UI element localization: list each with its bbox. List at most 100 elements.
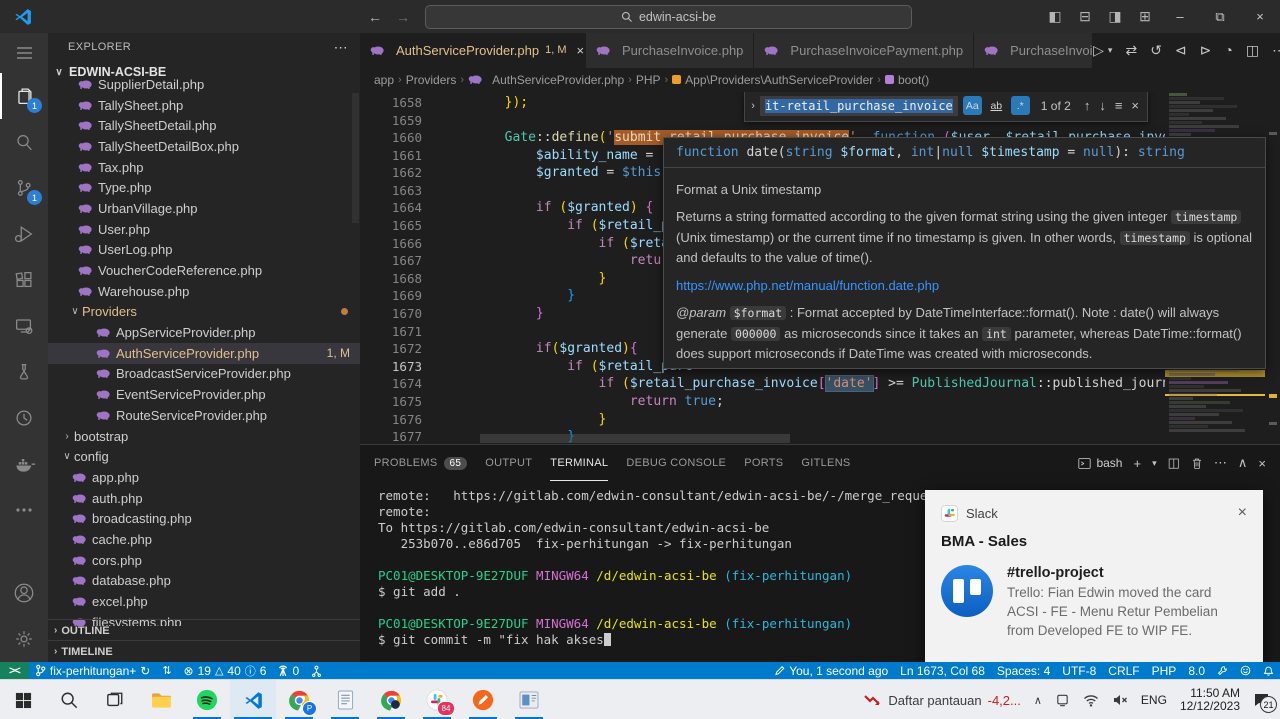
panel-tab-terminal[interactable]: TERMINAL [550,445,608,481]
explorer-more-actions-icon[interactable]: ⋯ [334,39,348,56]
start-button[interactable] [0,680,46,719]
customize-layout-icon[interactable]: ⊞ [1130,0,1160,33]
window-app[interactable] [506,680,552,719]
pencil-app[interactable] [460,680,506,719]
vscode-app[interactable] [230,680,276,719]
extensions-icon[interactable] [0,257,48,303]
spotify-app[interactable] [184,680,230,719]
panel-tab-problems[interactable]: PROBLEMS65 [374,445,467,481]
clock[interactable]: 11:50 AM 12/12/2023 [1180,687,1240,713]
find-close-icon[interactable]: × [1131,98,1139,113]
more-views-icon[interactable] [0,487,48,533]
remote-indicator[interactable]: >< [0,662,29,679]
tree-item-TallySheetDetailBox.php[interactable]: TallySheetDetailBox.php [48,136,360,157]
settings-icon[interactable] [0,616,48,662]
whole-word-toggle[interactable]: ab [987,96,1006,115]
tree-item-User.php[interactable]: User.php [48,219,360,240]
code-line-1675[interactable]: 1675 return true; [360,393,1280,411]
minimize-button[interactable]: – [1160,0,1200,33]
command-center-search[interactable]: edwin-acsi-be [425,5,912,29]
tree-item-database.php[interactable]: database.php [48,571,360,592]
breadcrumb-item[interactable]: AuthServiceProvider.php [468,73,624,87]
chrome-profile-app[interactable]: P [276,680,322,719]
feedback-icon[interactable] [1234,662,1257,679]
eol-indicator[interactable]: CRLF [1102,662,1145,679]
tree-item-VoucherCodeReference.php[interactable]: VoucherCodeReference.php [48,260,360,281]
tree-item-Warehouse.php[interactable]: Warehouse.php [48,281,360,302]
nav-back-icon[interactable]: ← [368,9,382,25]
tree-item-Tax.php[interactable]: Tax.php [48,157,360,178]
tab-PurchaseInvoic[interactable]: PurchaseInvoic [974,33,1093,68]
volume-muted-icon[interactable] [1112,693,1128,707]
file-history-icon[interactable]: ◔ [1224,42,1232,58]
tree-item-AuthServiceProvider.php[interactable]: AuthServiceProvider.php1, M [48,343,360,364]
phone-link-icon[interactable] [1055,693,1070,708]
tab-PurchaseInvoicePayment.php[interactable]: PurchaseInvoicePayment.php [754,33,974,68]
close-panel-icon[interactable]: × [1258,456,1266,471]
tree-item-UserLog.php[interactable]: UserLog.php [48,240,360,261]
wrench-icon[interactable] [1211,662,1234,679]
next-change-icon[interactable]: ⊳ [1200,42,1212,59]
close-button[interactable]: × [1240,0,1280,33]
find-in-selection-icon[interactable]: ≡ [1115,98,1123,113]
blame-indicator[interactable]: You, 1 second ago [769,662,894,679]
source-control-icon[interactable]: 1 [0,165,48,211]
taskbar-search-button[interactable] [46,680,92,719]
split-terminal-icon[interactable]: ◫ [1168,455,1180,471]
breadcrumb-item[interactable]: app [374,73,394,87]
slack-app[interactable]: 84 [414,680,460,719]
bell-icon[interactable] [1257,662,1280,679]
find-toggle-replace-icon[interactable]: › [751,100,755,112]
split-editor-icon[interactable]: ◫ [1246,42,1259,59]
code-line-1676[interactable]: 1676 } [360,411,1280,429]
tree-folder-Providers[interactable]: ∨Providers [48,302,360,323]
tree-item-Type.php[interactable]: Type.php [48,177,360,198]
horizontal-scrollbar[interactable] [480,434,790,443]
tree-item-TallySheet.php[interactable]: TallySheet.php [48,95,360,116]
tree-item-TallySheetDetail.php[interactable]: TallySheetDetail.php [48,115,360,136]
run-dropdown-icon[interactable]: ▾ [1108,45,1113,56]
tree-item-cache.php[interactable]: cache.php [48,529,360,550]
compare-changes-icon[interactable]: ⇄ [1125,42,1137,59]
docker-icon[interactable] [0,441,48,487]
menu-icon[interactable] [0,33,48,73]
tree-item-BroadcastServiceProvider.php[interactable]: BroadcastServiceProvider.php [48,364,360,385]
match-case-toggle[interactable]: Aa [963,96,982,115]
publish-icon[interactable]: ⇅ [156,662,177,679]
tree-folder-bootstrap[interactable]: ›bootstrap [48,426,360,447]
language-mode[interactable]: PHP [1146,662,1183,679]
news-widget[interactable]: Daftar pantauan -4,2... [864,693,1020,708]
find-previous-icon[interactable]: ↑ [1084,98,1091,113]
previous-change-icon[interactable]: ⊲ [1175,42,1187,59]
maximize-panel-icon[interactable]: ∧ [1238,455,1248,471]
toggle-secondary-sidebar-icon[interactable]: ◨ [1100,0,1130,33]
restore-button[interactable]: ⧉ [1200,0,1240,33]
tree-item-EventServiceProvider.php[interactable]: EventServiceProvider.php [48,384,360,405]
account-icon[interactable] [0,570,48,616]
slack-notification[interactable]: Slack × BMA - Sales #trello-project Trel… [925,490,1263,663]
tree-item-SupplierDetail.php[interactable]: SupplierDetail.php [48,74,360,95]
ports-indicator[interactable]: 0 [272,662,305,679]
find-input[interactable]: it-retail_purchase_invoice [760,96,958,116]
tree-item-UrbanVillage.php[interactable]: UrbanVillage.php [48,198,360,219]
testing-icon[interactable] [0,349,48,395]
tree-item-RouteServiceProvider.php[interactable]: RouteServiceProvider.php [48,405,360,426]
hover-doc-link[interactable]: https://www.php.net/manual/function.date… [676,278,939,293]
panel-more-icon[interactable]: ⋯ [1214,455,1227,471]
branch-indicator[interactable]: fix-perhitungan+ ↻ [29,662,156,679]
tree-item-broadcasting.php[interactable]: broadcasting.php [48,508,360,529]
wifi-icon[interactable] [1083,694,1099,707]
regex-toggle[interactable]: .* [1011,96,1030,115]
breadcrumb-item[interactable]: App\Providers\AuthServiceProvider [672,73,873,87]
panel-tab-debug-console[interactable]: DEBUG CONSOLE [626,445,726,481]
problems-indicator[interactable]: ⊗19 △40 ⓘ6 [178,662,273,679]
toggle-sidebar-icon[interactable]: ◧ [1040,0,1070,33]
outline-section[interactable]: ›OUTLINE [48,619,360,641]
remote-explorer-icon[interactable] [0,303,48,349]
notepad-app[interactable] [322,680,368,719]
find-next-icon[interactable]: ↓ [1099,98,1106,113]
panel-tab-output[interactable]: OUTPUT [485,445,532,481]
tab-close-icon[interactable]: × [577,43,585,58]
tab-PurchaseInvoice.php[interactable]: PurchaseInvoice.php [586,33,754,68]
tree-item-excel.php[interactable]: excel.php [48,591,360,612]
